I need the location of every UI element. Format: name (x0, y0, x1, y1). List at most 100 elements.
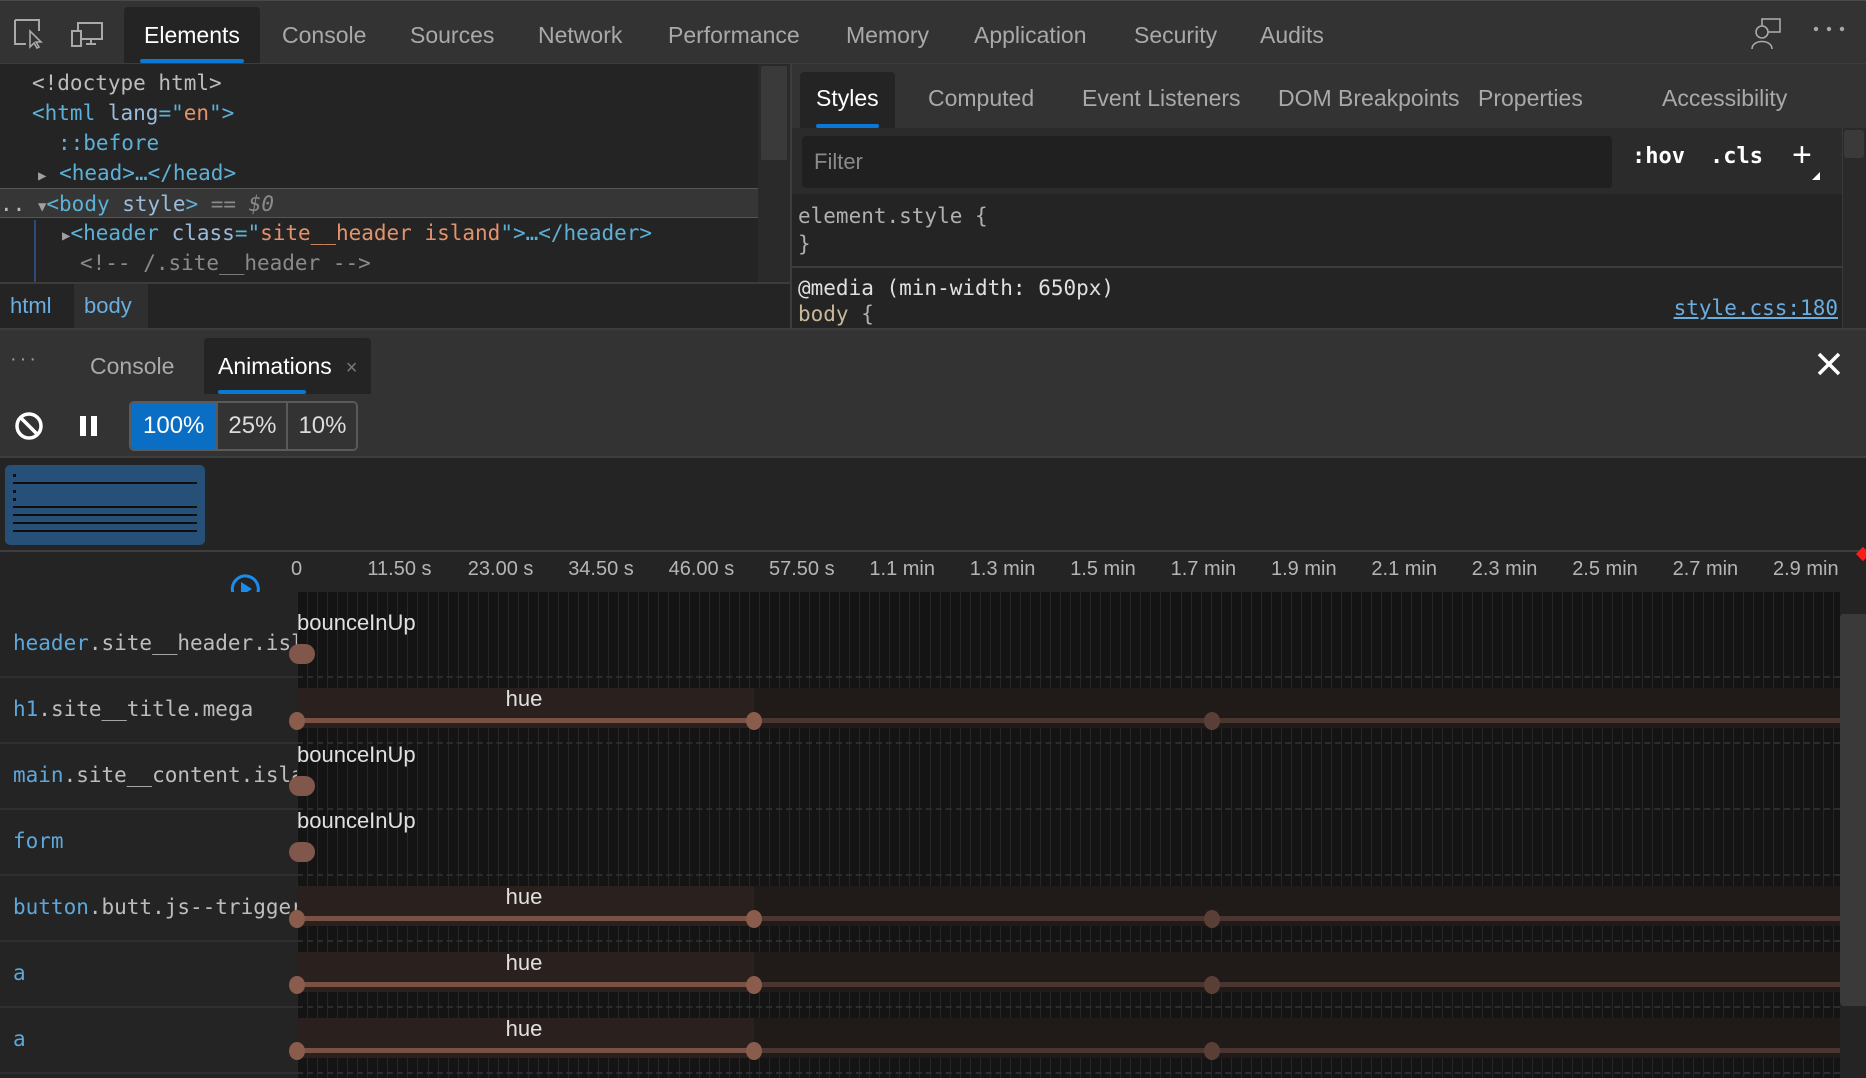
animations-toolbar: 100% 25% 10% (0, 395, 1866, 458)
animation-duration-line[interactable] (297, 916, 755, 921)
ellipsis[interactable]: .. (0, 192, 25, 216)
animation-group-previews (0, 458, 1866, 552)
pause-all-icon[interactable] (78, 413, 100, 439)
console-ref: $0 (248, 192, 274, 216)
tab-application[interactable]: Application (954, 7, 1107, 63)
feedback-icon[interactable] (1750, 17, 1784, 50)
animation-row[interactable]: button.butt.js--trigger hue (0, 876, 1840, 942)
drawer-tab-console[interactable]: Console (76, 338, 188, 394)
keyframe-start-handle[interactable] (289, 910, 305, 928)
dom-node-before[interactable]: ::before (58, 128, 790, 158)
tag-name: <body (46, 192, 110, 216)
keyframe-start-handle[interactable] (289, 712, 305, 730)
breadcrumb-body[interactable]: body (74, 284, 148, 328)
hov-toggle[interactable]: :hov (1632, 144, 1685, 169)
speed-10-button[interactable]: 10% (288, 403, 357, 449)
close-tab-icon[interactable]: × (346, 357, 358, 379)
attr-name: style (109, 192, 186, 216)
new-rule-menu-corner-icon (1812, 172, 1820, 180)
target-tag: form (13, 829, 64, 853)
attr-value: en (183, 101, 210, 125)
elements-scrollbar[interactable] (761, 66, 787, 160)
animation-target-node[interactable]: header.site__header.island (0, 612, 297, 678)
speed-100-button[interactable]: 100% (131, 403, 219, 449)
equals: == (198, 192, 249, 216)
time-tick-label: 2.5 min (1572, 558, 1638, 580)
animation-target-node[interactable]: form (0, 810, 297, 876)
clear-all-icon[interactable] (14, 411, 44, 441)
body-rule[interactable]: body { (798, 302, 874, 326)
time-tick-label: 2.3 min (1471, 558, 1538, 580)
target-tag: a (13, 961, 26, 985)
more-options-icon[interactable] (1812, 19, 1846, 51)
breadcrumb-html[interactable]: html (0, 284, 62, 328)
devtools-main-toolbar: Elements Console Sources Network Perform… (0, 0, 1866, 64)
inspect-element-icon[interactable] (12, 17, 46, 50)
time-tick-label: 1.5 min (1070, 558, 1136, 580)
cls-toggle[interactable]: .cls (1710, 144, 1763, 169)
tab-dom-breakpoints[interactable]: DOM Breakpoints (1262, 72, 1476, 128)
tab-console[interactable]: Console (262, 7, 386, 63)
animation-duration-line[interactable] (297, 718, 755, 723)
animation-start-handle[interactable] (289, 776, 315, 796)
dom-node-head[interactable]: ▶ <head>…</head> (38, 158, 790, 188)
keyframe-start-handle[interactable] (289, 1042, 305, 1060)
animation-duration-line[interactable] (297, 1048, 755, 1053)
punct: > (185, 192, 199, 216)
animation-row[interactable]: a hue (0, 942, 1840, 1008)
animation-start-handle[interactable] (289, 842, 315, 862)
animation-target-node[interactable]: h1.site__title.mega (0, 678, 297, 744)
playback-speed-group: 100% 25% 10% (129, 401, 359, 451)
dom-node-html[interactable]: <html lang="en"> (32, 98, 790, 128)
animation-target-node[interactable]: button.butt.js--trigger (0, 876, 297, 942)
tab-audits[interactable]: Audits (1240, 7, 1344, 63)
animation-group-preview[interactable] (5, 465, 205, 545)
element-style-selector[interactable]: element.style { (798, 204, 988, 228)
comment-text: <!-- /.site__header --> (80, 251, 371, 275)
time-tick-label: 1.1 min (869, 558, 935, 580)
preview-mark (13, 474, 16, 477)
tab-memory[interactable]: Memory (826, 7, 949, 63)
time-tick-label: 57.50 s (769, 558, 835, 580)
preview-mark (13, 498, 16, 501)
animation-duration-line[interactable] (297, 982, 755, 987)
tab-elements[interactable]: Elements (124, 7, 260, 63)
animation-row[interactable]: main.site__content.islandbounceInUp (0, 742, 1840, 810)
tab-network[interactable]: Network (518, 7, 642, 63)
device-toolbar-icon[interactable] (70, 17, 104, 49)
timeline-scrollbar[interactable] (1840, 614, 1866, 1006)
tab-sources[interactable]: Sources (390, 7, 514, 63)
tab-security[interactable]: Security (1114, 7, 1237, 63)
animation-row[interactable]: h1.site__title.mega hue (0, 678, 1840, 744)
new-style-rule-button[interactable]: + (1792, 136, 1812, 175)
animation-start-handle[interactable] (289, 644, 315, 664)
speed-25-button[interactable]: 25% (218, 403, 289, 449)
tab-styles[interactable]: Styles (800, 72, 895, 128)
drawer-more-tabs-icon[interactable]: ··· (10, 348, 39, 371)
animation-name: bounceInUp (297, 808, 416, 833)
tab-computed[interactable]: Computed (912, 72, 1050, 128)
tab-performance[interactable]: Performance (648, 7, 820, 63)
drawer-tab-animations[interactable]: Animations × (204, 338, 372, 394)
doctype-text: <!doctype html> (32, 71, 222, 95)
animation-row[interactable]: a hue (0, 1008, 1840, 1074)
styles-filter-input[interactable] (802, 136, 1612, 188)
animation-target-node[interactable]: main.site__content.island (0, 744, 297, 810)
expand-triangle-icon[interactable]: ▶ (38, 168, 46, 184)
dom-node-comment[interactable]: <!-- /.site__header --> (80, 248, 790, 278)
dom-node-header[interactable]: ▶<header class="site__header island">…</… (62, 218, 790, 248)
dom-node-doctype[interactable]: <!doctype html> (32, 68, 790, 98)
animation-target-node[interactable]: a (0, 942, 297, 1008)
animation-target-node[interactable]: a (0, 1008, 297, 1074)
keyframe-start-handle[interactable] (289, 976, 305, 994)
animation-timeline: header.site__header.islandbounceInUph1.s… (0, 592, 1866, 1078)
tab-event-listeners[interactable]: Event Listeners (1066, 72, 1257, 128)
tab-properties[interactable]: Properties (1462, 72, 1599, 128)
animation-row[interactable]: form bounceInUp (0, 808, 1840, 876)
animation-row[interactable]: header.site__header.islandbounceInUp (0, 610, 1840, 678)
source-link[interactable]: style.css:180 (1674, 296, 1838, 320)
close-drawer-icon[interactable] (1815, 350, 1843, 378)
tab-accessibility[interactable]: Accessibility (1646, 72, 1803, 128)
dom-node-body[interactable]: .. ▼<body style> == $0 (0, 188, 760, 218)
styles-scrollbar[interactable] (1844, 130, 1864, 158)
